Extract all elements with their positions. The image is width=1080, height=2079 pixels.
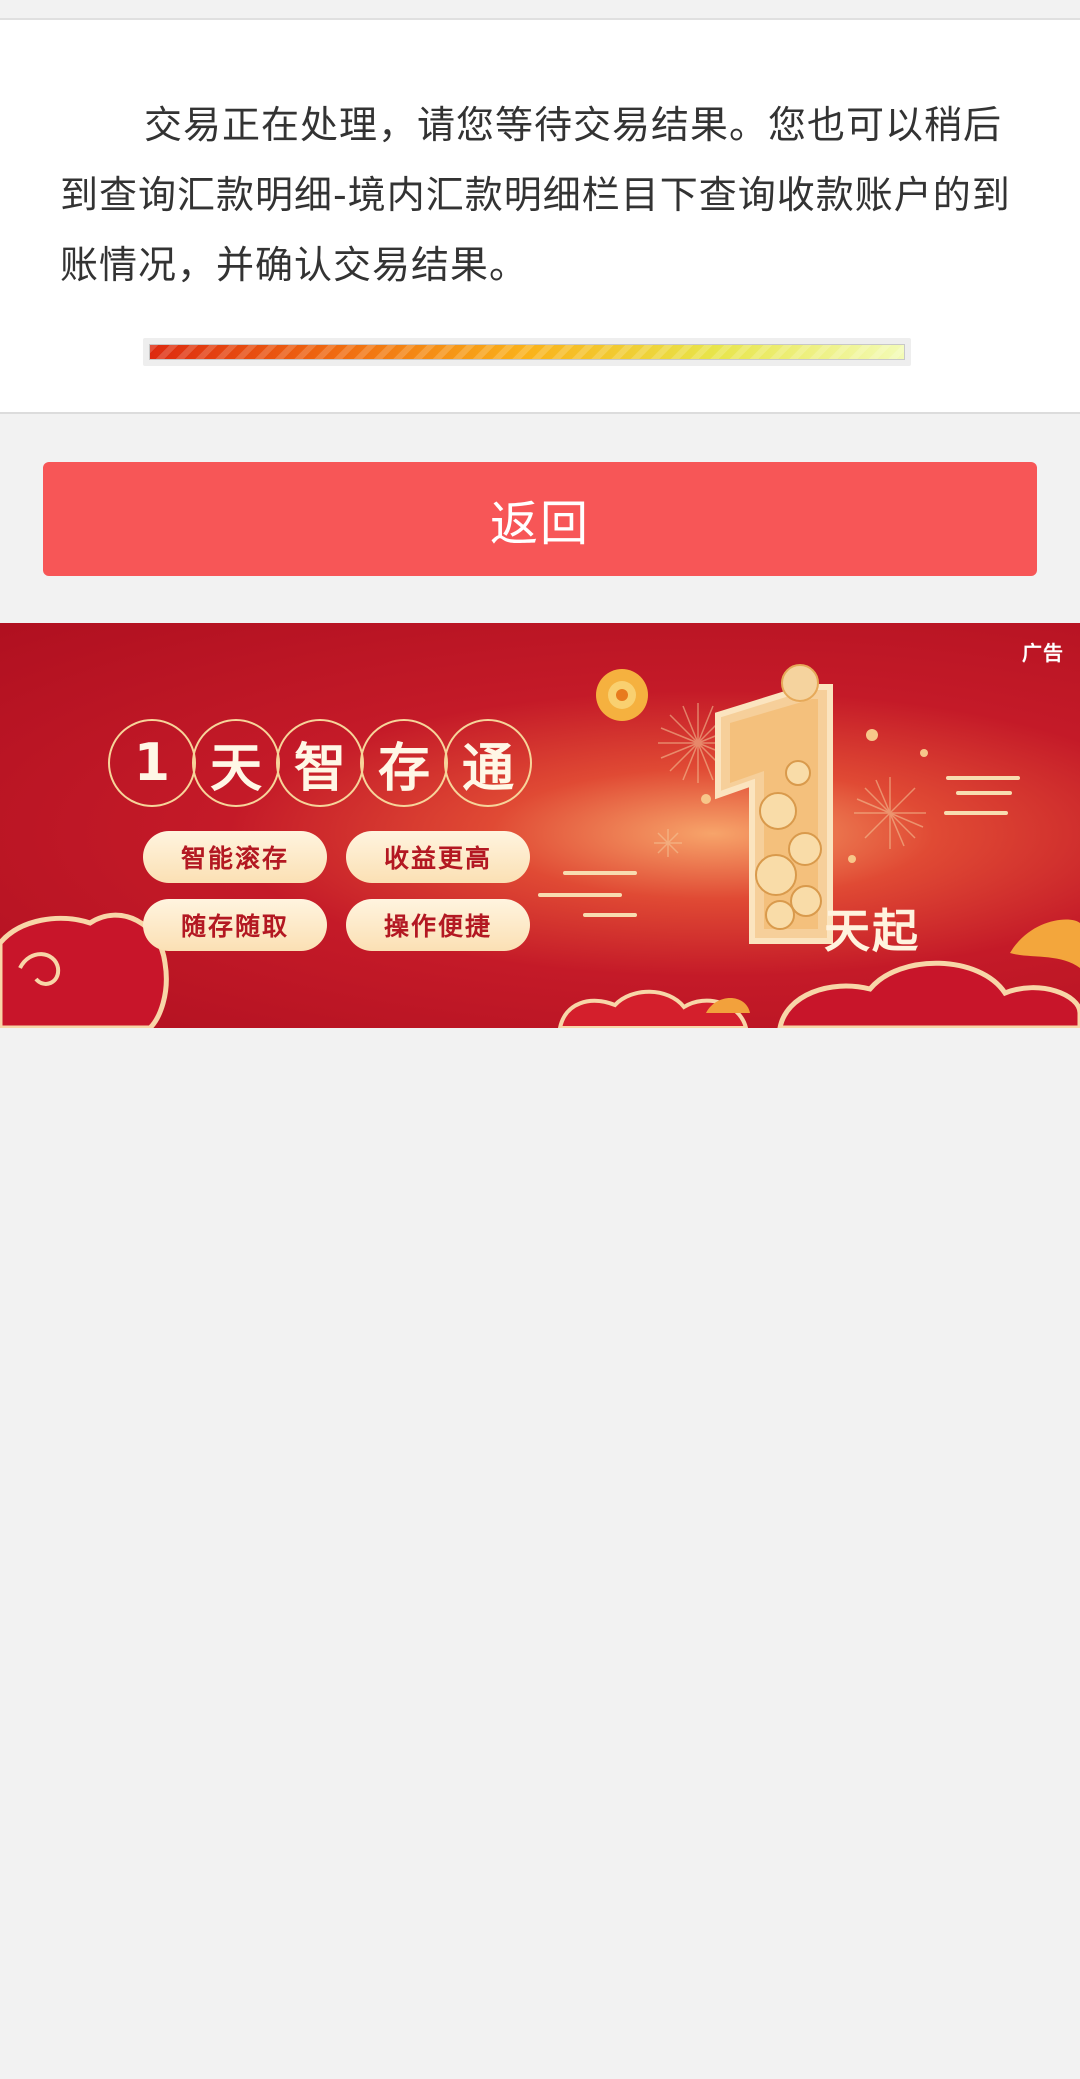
ad-title-char: 通 <box>444 719 532 807</box>
big-number-one <box>715 664 833 944</box>
ad-banner[interactable]: 广告 1 天 智 存 通 智能滚存 收益更高 随存随取 操作便捷 天起 <box>0 623 1080 1028</box>
ad-days-label: 天起 <box>824 904 920 958</box>
ad-title-char: 智 <box>276 719 364 807</box>
top-divider <box>0 0 1080 20</box>
status-message-text: 交易正在处理，请您等待交易结果。您也可以稍后到查询汇款明细-境内汇款明细栏目下查… <box>60 103 1011 287</box>
ad-title-char: 天 <box>192 719 280 807</box>
progress-bar-fill <box>149 344 905 360</box>
ad-feature-pill: 随存随取 <box>143 899 327 951</box>
back-button[interactable]: 返回 <box>43 462 1037 576</box>
ad-title-char: 存 <box>360 719 448 807</box>
ad-title-char: 1 <box>108 719 196 807</box>
flower-decoration <box>596 669 648 721</box>
progress-bar <box>143 338 911 366</box>
cloud-decoration-left <box>0 912 169 1028</box>
ad-feature-pill: 智能滚存 <box>143 831 327 883</box>
ad-title: 1 天 智 存 通 <box>108 719 532 807</box>
ad-tag: 广告 <box>1022 641 1064 665</box>
status-message-card: 交易正在处理，请您等待交易结果。您也可以稍后到查询汇款明细-境内汇款明细栏目下查… <box>0 20 1080 414</box>
ad-background-art <box>0 664 1080 1028</box>
ad-feature-pill: 操作便捷 <box>346 899 530 951</box>
ad-feature-pill: 收益更高 <box>346 831 530 883</box>
